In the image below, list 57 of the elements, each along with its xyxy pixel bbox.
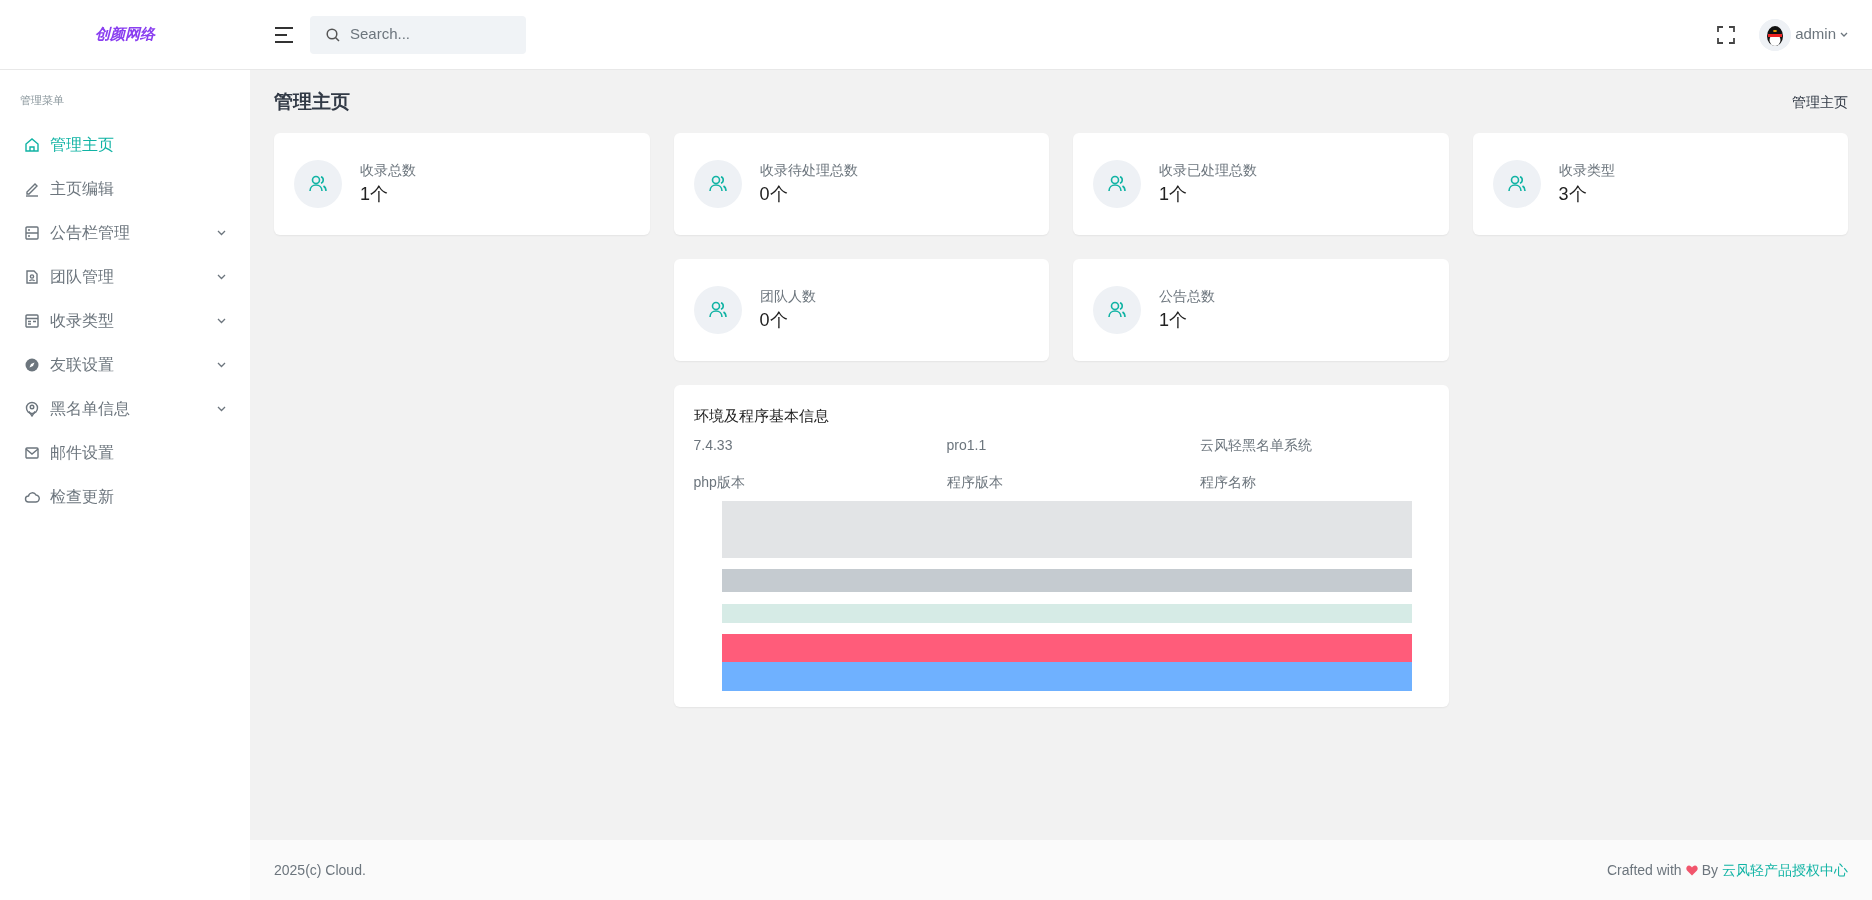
stat-label: 收录已处理总数 bbox=[1159, 160, 1257, 180]
info-label: php版本 bbox=[693, 473, 746, 492]
info-label: 程序名称 bbox=[1199, 473, 1257, 492]
info-value: 云风轻黑名单系统 bbox=[1199, 436, 1313, 455]
info-value: pro1.1 bbox=[946, 436, 988, 455]
info-label: 程序版本 bbox=[946, 473, 1004, 492]
info-value: 7.4.33 bbox=[693, 436, 734, 455]
search-icon bbox=[326, 27, 340, 42]
crafted-text: Crafted with bbox=[1606, 860, 1682, 880]
sidebar-item[interactable]: 公告栏管理 bbox=[0, 210, 250, 255]
search-box[interactable]: Search... bbox=[310, 15, 526, 54]
sidebar-item[interactable]: 收录类型 bbox=[0, 298, 250, 343]
panel-icon bbox=[24, 224, 40, 241]
sidebar-item[interactable]: 管理主页 bbox=[0, 122, 250, 167]
stat-label: 公告总数 bbox=[1159, 286, 1215, 306]
compass-icon bbox=[24, 356, 40, 373]
caret-icon[interactable] bbox=[1840, 31, 1848, 38]
sidebar-heading: 管理菜单 bbox=[19, 93, 65, 108]
stat-label: 团队人数 bbox=[759, 286, 816, 306]
users-icon bbox=[1107, 173, 1127, 194]
by-text: By bbox=[1701, 860, 1718, 880]
users-icon bbox=[707, 299, 728, 320]
search-field[interactable]: Search... bbox=[348, 22, 508, 47]
stat-value: 0个 bbox=[759, 182, 789, 206]
list-icon bbox=[24, 312, 40, 329]
users-icon bbox=[707, 173, 728, 194]
stat-value: 1个 bbox=[1159, 182, 1188, 206]
users-icon bbox=[1506, 173, 1527, 194]
footer-link[interactable]: 云风轻产品授权中心 bbox=[1722, 859, 1848, 881]
stat-value: 3个 bbox=[1558, 182, 1588, 206]
home-icon bbox=[24, 136, 40, 153]
copyright-text: 2025(c) Cloud. bbox=[274, 860, 366, 880]
page-title: 管理主页 bbox=[274, 90, 350, 114]
stat-label: 收录待处理总数 bbox=[759, 160, 858, 180]
menu-icon[interactable] bbox=[274, 26, 294, 43]
stat-value: 1个 bbox=[360, 182, 389, 206]
sidebar-item[interactable]: 邮件设置 bbox=[0, 430, 250, 475]
users-icon bbox=[308, 173, 328, 194]
sidebar-item[interactable]: 检查更新 bbox=[0, 474, 250, 519]
user-name[interactable]: admin bbox=[1795, 23, 1836, 46]
sidebar-item[interactable]: 友联设置 bbox=[0, 342, 250, 387]
stat-value: 1个 bbox=[1159, 308, 1188, 332]
heart-icon bbox=[1685, 864, 1698, 876]
logo[interactable]: 创颜网络 bbox=[95, 23, 155, 46]
location-pin-icon bbox=[24, 400, 40, 417]
stat-value: 0个 bbox=[759, 308, 789, 332]
info-title: 环境及程序基本信息 bbox=[693, 405, 830, 426]
sidebar-item[interactable]: 主页编辑 bbox=[0, 166, 250, 211]
breadcrumb[interactable]: 管理主页 bbox=[1792, 91, 1848, 113]
sidebar-item[interactable]: 黑名单信息 bbox=[0, 386, 250, 431]
users-icon bbox=[1107, 299, 1127, 320]
stat-label: 收录总数 bbox=[360, 160, 416, 180]
id-card-icon bbox=[24, 268, 40, 285]
mail-icon bbox=[24, 444, 40, 461]
fullscreen-icon[interactable] bbox=[1717, 25, 1736, 44]
sidebar-item[interactable]: 团队管理 bbox=[0, 254, 250, 299]
stat-label: 收录类型 bbox=[1558, 160, 1615, 180]
